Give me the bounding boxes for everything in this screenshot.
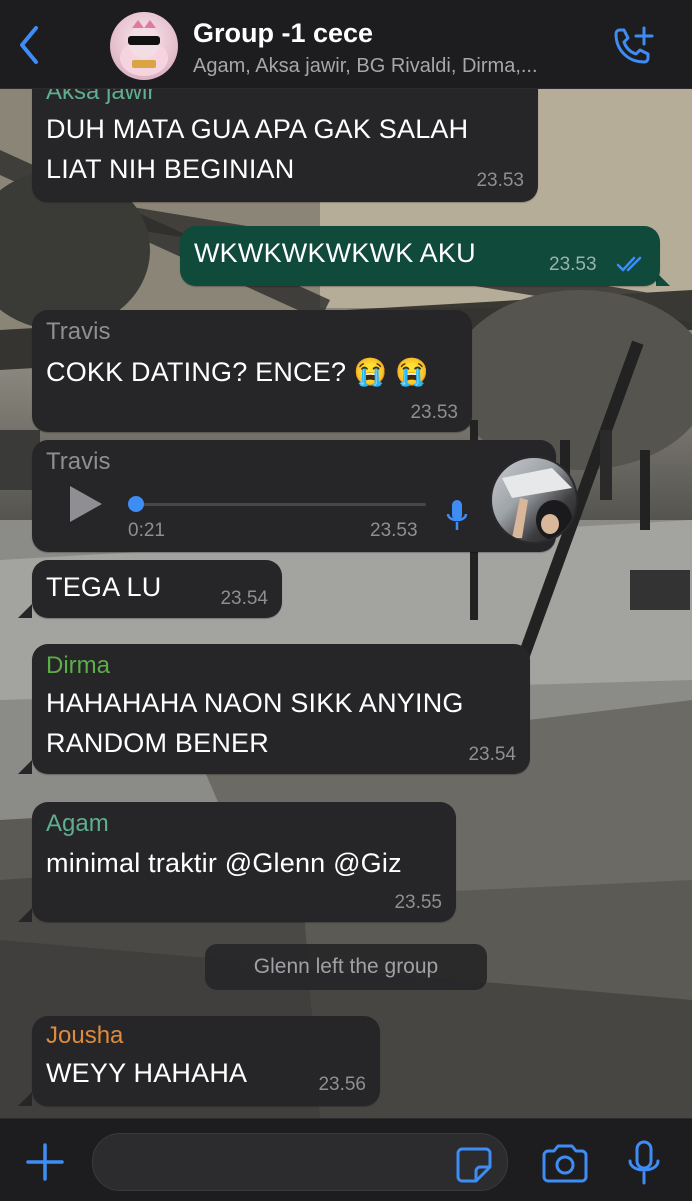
message-bubble[interactable]: Dirma HAHAHAHA NAON SIKK ANYING RANDOM B… [32, 644, 530, 774]
message-bubble[interactable]: Agam minimal traktir @Glenn @Giz 23.55 [32, 802, 456, 922]
sender-name: Agam [46, 810, 109, 837]
chevron-left-icon[interactable] [14, 22, 44, 68]
bubble-tail [18, 760, 32, 774]
message-time: 23.56 [318, 1074, 366, 1095]
message-time: 23.55 [394, 892, 442, 913]
double-check-icon [616, 256, 642, 272]
message-time: 23.53 [476, 170, 524, 191]
message-time: 23.53 [410, 402, 458, 423]
voice-progress-track[interactable] [130, 503, 426, 506]
message-text: RANDOM BENER [46, 728, 269, 758]
bubble-tail [18, 604, 32, 618]
system-message: Glenn left the group [205, 944, 487, 990]
sender-name: Dirma [46, 652, 110, 679]
microphone-icon[interactable] [626, 1139, 662, 1187]
message-time: 23.54 [220, 588, 268, 609]
group-avatar[interactable] [110, 12, 178, 80]
message-text: DUH MATA GUA APA GAK SALAH [46, 114, 469, 144]
voice-duration: 0:21 [128, 520, 165, 541]
voice-message-bubble[interactable]: Travis 0:21 23.53 [32, 440, 578, 552]
message-text: minimal traktir @Glenn @Giz [46, 848, 402, 878]
voice-progress-thumb[interactable] [128, 496, 144, 512]
sticker-icon[interactable] [454, 1145, 494, 1185]
bubble-tail [18, 1092, 32, 1106]
message-text: WKWKWKWKWK AKU [194, 238, 476, 268]
message-bubble-outgoing[interactable]: WKWKWKWKWK AKU 23.53 [180, 226, 660, 286]
sender-name: Travis [46, 448, 111, 475]
message-bubble[interactable]: Travis COKK DATING? ENCE? 😭 😭 23.53 [32, 310, 472, 432]
message-bubble[interactable]: Jousha WEYY HAHAHA 23.56 [32, 1016, 380, 1106]
message-time: 23.54 [468, 744, 516, 765]
plus-icon[interactable] [22, 1139, 68, 1185]
microphone-icon [446, 500, 468, 530]
phone-plus-icon[interactable] [608, 24, 658, 68]
sender-name: Travis [46, 318, 111, 345]
sender-avatar [490, 456, 578, 544]
sender-name: Jousha [46, 1022, 124, 1049]
camera-icon[interactable] [540, 1143, 590, 1185]
message-text: HAHAHAHA NAON SIKK ANYING [46, 688, 464, 718]
bubble-tail [18, 908, 32, 922]
message-text: TEGA LU [46, 572, 162, 602]
message-text: COKK DATING? ENCE? 😭 😭 [46, 357, 430, 387]
message-input[interactable] [92, 1133, 508, 1191]
chat-header: Group -1 cece Agam, Aksa jawir, BG Rival… [0, 0, 692, 89]
message-time: 23.53 [370, 520, 418, 541]
message-time: 23.53 [549, 254, 597, 275]
message-bubble[interactable]: Aksa jawir DUH MATA GUA APA GAK SALAH LI… [32, 72, 538, 202]
chat-title[interactable]: Group -1 cece [193, 18, 373, 49]
play-icon[interactable] [68, 484, 104, 524]
message-bubble[interactable]: TEGA LU 23.54 [32, 560, 282, 618]
group-members[interactable]: Agam, Aksa jawir, BG Rivaldi, Dirma,... [193, 55, 538, 78]
message-text: LIAT NIH BEGINIAN [46, 154, 295, 184]
message-input-bar [0, 1118, 692, 1201]
message-text: WEYY HAHAHA [46, 1058, 248, 1088]
